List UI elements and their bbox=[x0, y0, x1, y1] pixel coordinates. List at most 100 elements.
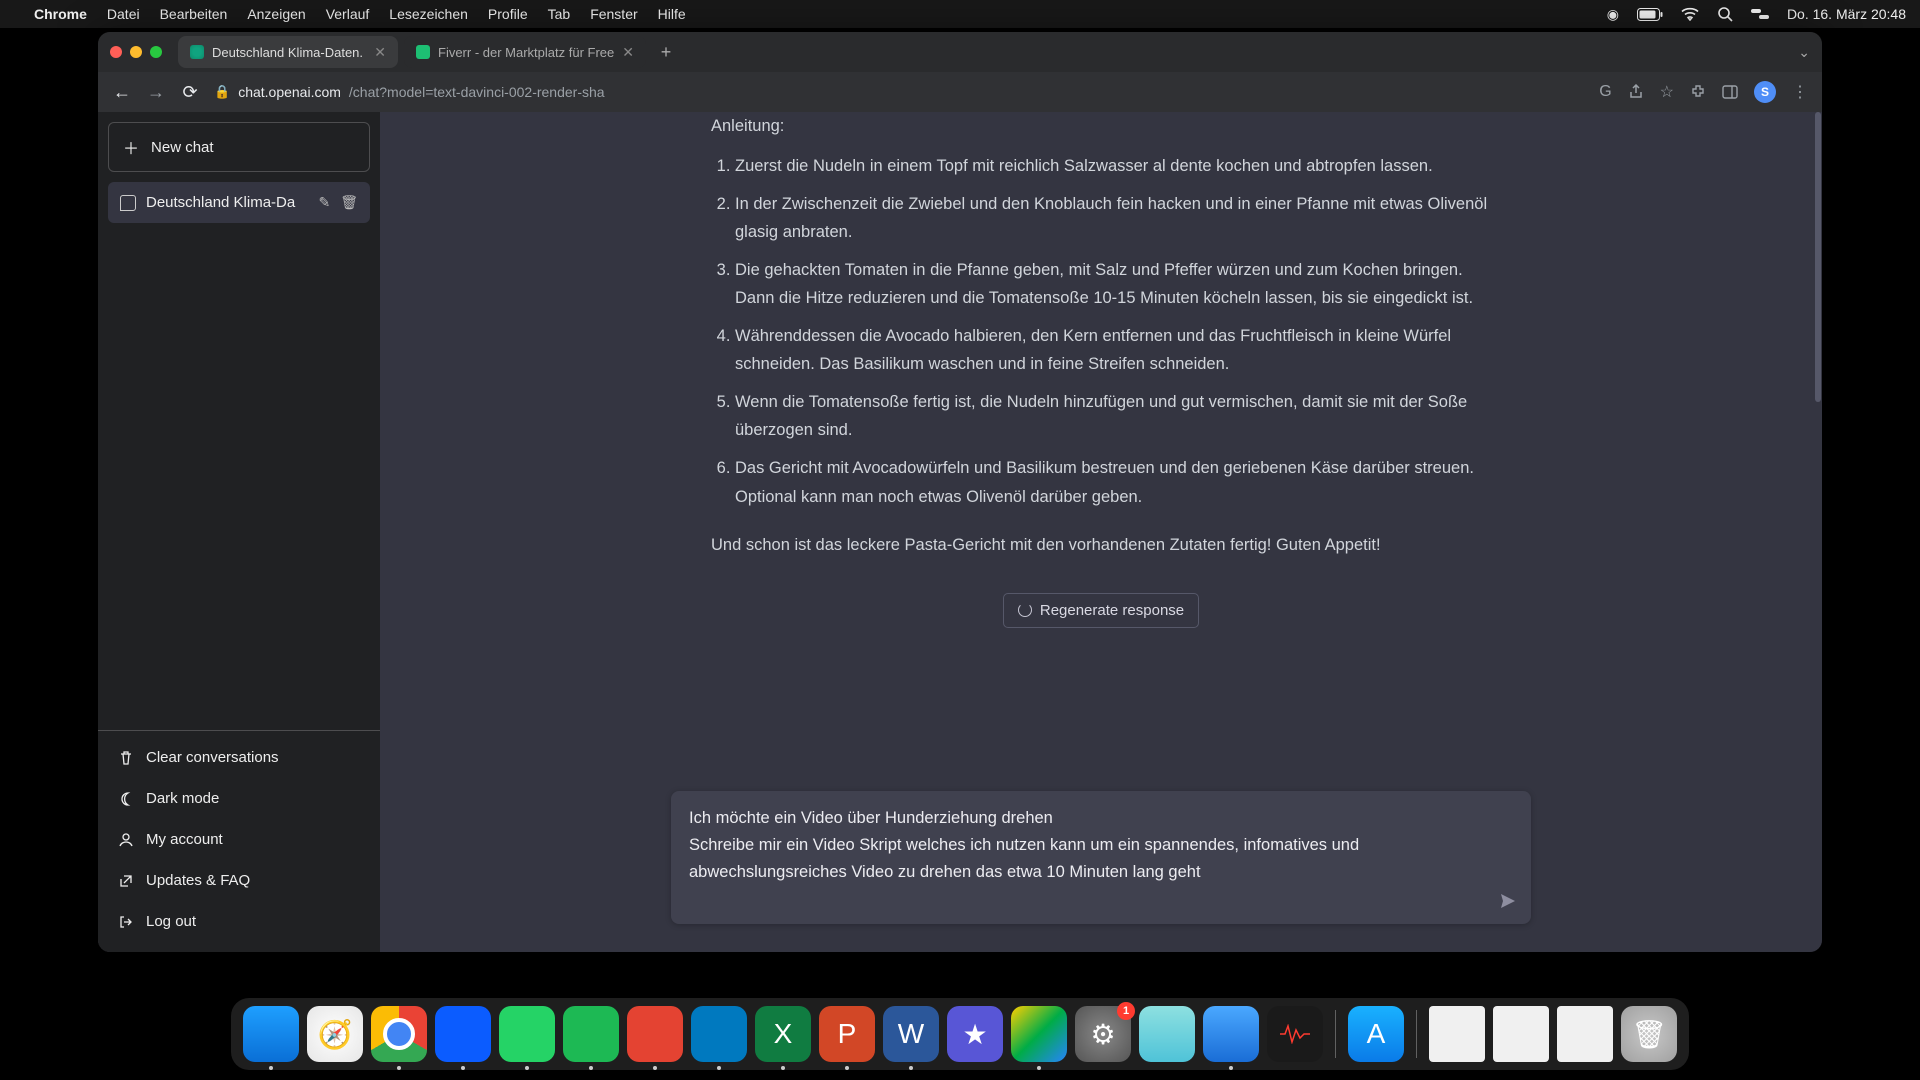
my-account-button[interactable]: My account bbox=[108, 819, 370, 860]
url-bar: ← → ⟳ 🔒 chat.openai.com/chat?model=text-… bbox=[98, 72, 1822, 112]
minimize-window-button[interactable] bbox=[130, 46, 142, 58]
sidepanel-icon[interactable] bbox=[1722, 84, 1738, 100]
dock-spotify-icon[interactable] bbox=[563, 1006, 619, 1062]
trash-icon bbox=[118, 750, 134, 766]
extensions-icon[interactable] bbox=[1690, 84, 1706, 100]
send-button[interactable] bbox=[1499, 892, 1517, 910]
tab-active[interactable]: Deutschland Klima-Daten. ✕ bbox=[178, 36, 398, 68]
close-window-button[interactable] bbox=[110, 46, 122, 58]
menubar-item[interactable]: Profile bbox=[488, 6, 528, 22]
google-translate-icon[interactable]: G bbox=[1599, 83, 1611, 101]
updates-faq-button[interactable]: Updates & FAQ bbox=[108, 860, 370, 901]
new-tab-button[interactable]: + bbox=[652, 38, 680, 66]
menubar-item[interactable]: Fenster bbox=[590, 6, 637, 22]
dock-finder-icon[interactable] bbox=[243, 1006, 299, 1062]
dock-safari-icon[interactable]: 🧭 bbox=[307, 1006, 363, 1062]
url-host: chat.openai.com bbox=[238, 84, 341, 100]
dock-globe-icon[interactable] bbox=[1139, 1006, 1195, 1062]
chat-icon bbox=[120, 195, 136, 211]
chatgpt-favicon-icon bbox=[190, 45, 204, 59]
bookmark-icon[interactable]: ☆ bbox=[1660, 82, 1674, 102]
menubar-item[interactable]: Datei bbox=[107, 6, 140, 22]
recipe-step: Die gehackten Tomaten in die Pfanne gebe… bbox=[735, 256, 1491, 312]
scroll-thumb[interactable] bbox=[1815, 112, 1821, 402]
dock-recent-1[interactable] bbox=[1429, 1006, 1485, 1062]
control-center-icon[interactable] bbox=[1751, 7, 1769, 21]
search-icon[interactable] bbox=[1717, 6, 1733, 22]
menubar-item[interactable]: Anzeigen bbox=[247, 6, 305, 22]
edit-chat-icon[interactable]: ✎ bbox=[318, 194, 330, 211]
tab-close-button[interactable]: ✕ bbox=[622, 44, 634, 61]
share-icon[interactable] bbox=[1628, 84, 1644, 100]
message-input-box[interactable] bbox=[671, 791, 1531, 924]
address-field[interactable]: 🔒 chat.openai.com/chat?model=text-davinc… bbox=[214, 84, 1585, 100]
dock-imovie-icon[interactable]: ★ bbox=[947, 1006, 1003, 1062]
dock-chrome-icon[interactable] bbox=[371, 1006, 427, 1062]
external-link-icon bbox=[118, 873, 134, 889]
menubar-item[interactable]: Lesezeichen bbox=[389, 6, 468, 22]
dock-trello-icon[interactable] bbox=[691, 1006, 747, 1062]
chat-title: Deutschland Klima-Da bbox=[146, 194, 308, 211]
conversation: Anleitung: Zuerst die Nudeln in einem To… bbox=[380, 112, 1822, 779]
tab-inactive[interactable]: Fiverr - der Marktplatz für Free ✕ bbox=[404, 36, 646, 68]
wifi-icon[interactable] bbox=[1681, 7, 1699, 21]
mac-menubar: Chrome Datei Bearbeiten Anzeigen Verlauf… bbox=[0, 0, 1920, 28]
forward-button[interactable]: → bbox=[146, 82, 166, 103]
delete-chat-icon[interactable]: 🗑 bbox=[340, 194, 358, 211]
dark-mode-button[interactable]: Dark mode bbox=[108, 778, 370, 819]
dock-separator bbox=[1416, 1010, 1417, 1058]
logout-button[interactable]: Log out bbox=[108, 901, 370, 942]
tab-bar: Deutschland Klima-Daten. ✕ Fiverr - der … bbox=[98, 32, 1822, 72]
dock-drive-icon[interactable] bbox=[1011, 1006, 1067, 1062]
content-heading: Anleitung: bbox=[711, 112, 1491, 140]
regenerate-button[interactable]: Regenerate response bbox=[1003, 593, 1199, 628]
menubar-app[interactable]: Chrome bbox=[34, 6, 87, 22]
new-chat-label: New chat bbox=[151, 139, 214, 156]
clear-conversations-button[interactable]: Clear conversations bbox=[108, 737, 370, 778]
dock-powerpoint-icon[interactable]: P bbox=[819, 1006, 875, 1062]
sidebar-chat-item[interactable]: Deutschland Klima-Da ✎ 🗑 bbox=[108, 182, 370, 223]
window-controls bbox=[110, 46, 162, 58]
battery-icon[interactable] bbox=[1637, 8, 1663, 21]
dock-audio-icon[interactable] bbox=[1267, 1006, 1323, 1062]
assistant-message: Anleitung: Zuerst die Nudeln in einem To… bbox=[380, 112, 1822, 583]
moon-icon bbox=[118, 791, 134, 807]
dock-recent-2[interactable] bbox=[1493, 1006, 1549, 1062]
dock-recent-3[interactable] bbox=[1557, 1006, 1613, 1062]
sidebar: ＋ New chat Deutschland Klima-Da ✎ 🗑 Clea… bbox=[98, 112, 380, 952]
dock-zoom-icon[interactable] bbox=[435, 1006, 491, 1062]
scrollbar[interactable] bbox=[1814, 112, 1822, 779]
dock-separator bbox=[1335, 1010, 1336, 1058]
menubar-item[interactable]: Bearbeiten bbox=[160, 6, 228, 22]
menubar-item[interactable]: Verlauf bbox=[326, 6, 370, 22]
logout-icon bbox=[118, 914, 134, 930]
url-path: /chat?model=text-davinci-002-render-sha bbox=[349, 84, 605, 100]
tabs-dropdown-icon[interactable]: ⌄ bbox=[1798, 44, 1810, 61]
new-chat-button[interactable]: ＋ New chat bbox=[108, 122, 370, 172]
menubar-item[interactable]: Tab bbox=[548, 6, 571, 22]
dock-word-icon[interactable]: W bbox=[883, 1006, 939, 1062]
back-button[interactable]: ← bbox=[112, 82, 132, 103]
profile-avatar[interactable]: S bbox=[1754, 81, 1776, 103]
plus-icon: ＋ bbox=[123, 135, 139, 159]
menubar-item[interactable]: Hilfe bbox=[658, 6, 686, 22]
message-textarea[interactable] bbox=[689, 805, 1481, 905]
dock-excel-icon[interactable]: X bbox=[755, 1006, 811, 1062]
dock-quicktime-icon[interactable] bbox=[1203, 1006, 1259, 1062]
maximize-window-button[interactable] bbox=[150, 46, 162, 58]
dock-todoist-icon[interactable] bbox=[627, 1006, 683, 1062]
chrome-menu-icon[interactable]: ⋮ bbox=[1792, 82, 1808, 102]
dock-trash-icon[interactable]: 🗑 bbox=[1621, 1006, 1677, 1062]
chrome-window: Deutschland Klima-Daten. ✕ Fiverr - der … bbox=[98, 32, 1822, 952]
record-icon[interactable]: ◉ bbox=[1607, 6, 1619, 23]
dock-settings-icon[interactable]: ⚙1 bbox=[1075, 1006, 1131, 1062]
tab-close-button[interactable]: ✕ bbox=[374, 44, 386, 61]
dock-whatsapp-icon[interactable] bbox=[499, 1006, 555, 1062]
tab-title: Deutschland Klima-Daten. bbox=[212, 45, 363, 60]
recipe-steps: Zuerst die Nudeln in einem Topf mit reic… bbox=[711, 152, 1491, 511]
dock-appstore-icon[interactable]: A bbox=[1348, 1006, 1404, 1062]
tab-title: Fiverr - der Marktplatz für Free bbox=[438, 45, 614, 60]
reload-button[interactable]: ⟳ bbox=[180, 82, 200, 103]
menubar-datetime[interactable]: Do. 16. März 20:48 bbox=[1787, 6, 1906, 22]
chatgpt-app: ＋ New chat Deutschland Klima-Da ✎ 🗑 Clea… bbox=[98, 112, 1822, 952]
